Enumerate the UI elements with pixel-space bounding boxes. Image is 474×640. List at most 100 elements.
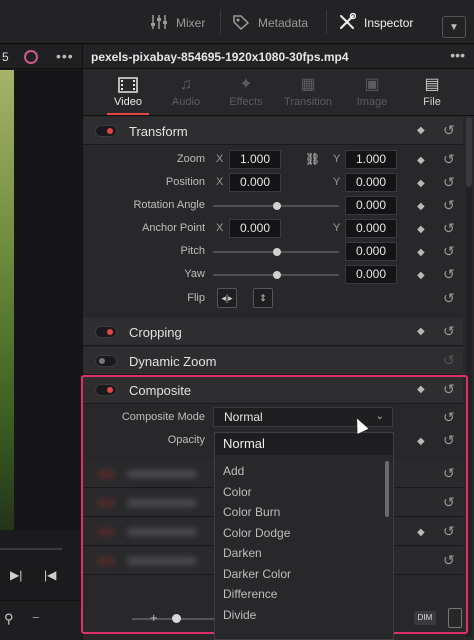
tab-effects[interactable]: ✦ Effects [215, 74, 277, 108]
reset-icon[interactable]: ↺ [443, 290, 455, 307]
keyframe-diamond-icon[interactable]: ◆ [417, 178, 425, 189]
viewer-number: 5 [2, 50, 9, 64]
reset-icon[interactable]: ↺ [443, 266, 455, 283]
inspector-label: Inspector [364, 16, 414, 30]
pitch-slider[interactable] [213, 248, 339, 256]
pitch-row: Pitch 0.000 ◆ ↺ [83, 241, 463, 264]
section-title: Dynamic Zoom [129, 354, 217, 369]
zoom-search-icon[interactable]: ⚲ [4, 611, 14, 627]
reset-icon[interactable]: ↺ [443, 323, 455, 340]
position-x-field[interactable]: 0.000 [229, 173, 281, 192]
dropdown-option[interactable]: Darken [223, 546, 262, 560]
tab-image[interactable]: ▣ Image [341, 74, 403, 108]
dropdown-scrollbar[interactable] [385, 461, 389, 517]
param-label: Position [165, 176, 205, 188]
tools-icon [338, 12, 357, 34]
dropdown-option[interactable]: Color Dodge [223, 526, 290, 540]
anchor-y-field[interactable]: 0.000 [345, 219, 397, 238]
previous-frame-icon[interactable]: |◀ [44, 568, 56, 582]
reset-icon[interactable]: ↺ [443, 197, 455, 214]
param-label: Zoom [176, 153, 205, 165]
dropdown-option[interactable]: Color Burn [223, 505, 280, 519]
video-preview [0, 70, 14, 530]
more-options-icon[interactable]: ••• [56, 48, 74, 64]
next-frame-icon[interactable]: ▶| [10, 568, 22, 582]
keyframe-diamond-icon[interactable]: ◆ [417, 224, 425, 235]
slider-thumb[interactable] [273, 202, 281, 210]
tab-label: Video [114, 96, 142, 108]
anchor-x-field[interactable]: 0.000 [229, 219, 281, 238]
slider-thumb[interactable] [273, 248, 281, 256]
scrubber-bar[interactable] [0, 548, 62, 550]
axis-label: X [216, 153, 224, 165]
dynamic-zoom-section-header[interactable]: Dynamic Zoom ↺ [83, 347, 463, 375]
keyframe-diamond-icon[interactable]: ◆ [417, 155, 425, 166]
viewer-background [14, 70, 82, 530]
music-note-icon: ♫ [180, 76, 192, 93]
tab-video[interactable]: Video [97, 74, 159, 108]
more-options-icon[interactable]: ••• [450, 47, 465, 63]
reset-icon[interactable]: ↺ [443, 243, 455, 260]
tab-audio[interactable]: ♫ Audio [155, 74, 217, 108]
yaw-slider[interactable] [213, 271, 339, 279]
keyframe-diamond-icon[interactable]: ◆ [417, 326, 425, 337]
axis-label: Y [333, 153, 341, 165]
clip-header: pexels-pixabay-854695-1920x1080-30fps.mp… [83, 45, 474, 69]
keyframe-diamond-icon[interactable]: ◆ [417, 201, 425, 212]
dropdown-option[interactable]: Darker Color [223, 567, 291, 581]
reset-icon[interactable]: ↺ [443, 122, 455, 139]
dropdown-option[interactable]: Add [223, 464, 244, 478]
dynamic-zoom-toggle[interactable] [95, 355, 117, 367]
tab-label: Transition [284, 96, 332, 108]
tab-label: Image [356, 96, 388, 108]
tab-label: Audio [171, 96, 201, 108]
inspector-tab[interactable]: Inspector [338, 12, 414, 34]
keyframe-diamond-icon[interactable]: ◆ [417, 270, 425, 281]
mixer-icon [150, 14, 168, 33]
position-row: Position X 0.000 Y 0.000 ◆ ↺ [83, 172, 463, 195]
dropdown-option[interactable]: Difference [223, 587, 277, 601]
transform-toggle[interactable] [95, 125, 117, 137]
section-title: Cropping [129, 325, 182, 340]
reset-icon[interactable]: ↺ [443, 174, 455, 191]
cropping-section-header[interactable]: Cropping ◆ ↺ [83, 318, 463, 346]
active-tab-indicator [107, 113, 149, 115]
link-icon[interactable]: ⛓ [305, 152, 320, 166]
tab-file[interactable]: ▤ File [401, 74, 463, 108]
rotation-slider[interactable] [213, 202, 339, 210]
dropdown-selected-option[interactable]: Normal [215, 433, 393, 455]
cropping-toggle[interactable] [95, 326, 117, 338]
dropdown-option[interactable]: Color [223, 485, 252, 499]
flip-horizontal-button[interactable]: ◂|▸ [217, 288, 237, 308]
color-wheel-icon[interactable] [24, 50, 38, 64]
keyframe-diamond-icon[interactable]: ◆ [417, 247, 425, 258]
dropdown-option[interactable]: Divide [223, 608, 256, 622]
anchor-row: Anchor Point X 0.000 Y 0.000 ◆ ↺ [83, 218, 463, 241]
zoom-y-field[interactable]: 1.000 [345, 150, 397, 169]
keyframe-diamond-icon[interactable]: ◆ [417, 125, 425, 136]
rotation-field[interactable]: 0.000 [345, 196, 397, 215]
transform-section-header[interactable]: Transform ◆ ↺ [83, 117, 463, 145]
transport-controls: ▶| |◀ [0, 560, 82, 590]
flip-vertical-button[interactable]: ⇕ [253, 288, 273, 308]
zoom-out-button[interactable]: − [32, 610, 40, 625]
metadata-tab[interactable]: Metadata [232, 13, 308, 33]
axis-label: X [216, 176, 224, 188]
param-label: Rotation Angle [133, 199, 205, 211]
yaw-field[interactable]: 0.000 [345, 265, 397, 284]
position-y-field[interactable]: 0.000 [345, 173, 397, 192]
tab-transition[interactable]: ▦ Transition [277, 74, 339, 108]
mixer-tab[interactable]: Mixer [150, 13, 205, 33]
flip-vertical-icon: ⇕ [259, 293, 267, 303]
reset-icon[interactable]: ↺ [443, 352, 455, 369]
flip-row: Flip ◂|▸ ⇕ ↺ [83, 288, 463, 311]
mixer-label: Mixer [176, 16, 206, 30]
film-icon [97, 74, 159, 96]
reset-icon[interactable]: ↺ [443, 151, 455, 168]
zoom-x-field[interactable]: 1.000 [229, 150, 281, 169]
pitch-field[interactable]: 0.000 [345, 242, 397, 261]
reset-icon[interactable]: ↺ [443, 220, 455, 237]
clip-title: pexels-pixabay-854695-1920x1080-30fps.mp… [91, 50, 349, 64]
panel-menu-button[interactable]: ▼ [442, 16, 466, 38]
slider-thumb[interactable] [273, 271, 281, 279]
